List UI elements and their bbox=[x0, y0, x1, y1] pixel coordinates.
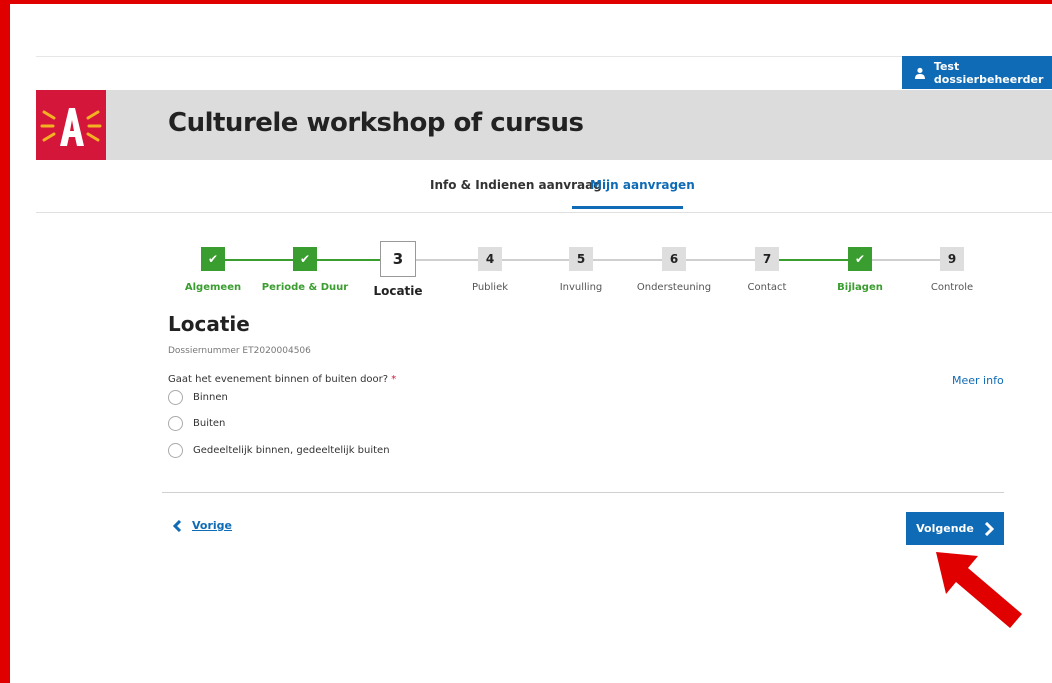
page-title: Culturele workshop of cursus bbox=[168, 108, 584, 138]
logo-a-icon bbox=[40, 108, 102, 146]
chevron-right-icon bbox=[984, 521, 994, 536]
step-6-box[interactable]: 6 bbox=[662, 247, 686, 271]
step-label-locatie: Locatie bbox=[373, 284, 423, 298]
step-connector bbox=[872, 259, 940, 261]
step-label-algemeen: Algemeen bbox=[184, 282, 242, 293]
step-label-invulling: Invulling bbox=[559, 282, 603, 293]
radio-option-binnen[interactable]: Binnen bbox=[168, 390, 228, 405]
active-tab-indicator bbox=[572, 206, 683, 209]
step-3-box[interactable]: 3 bbox=[380, 241, 416, 277]
radio-option-gedeeltelijk[interactable]: Gedeeltelijk binnen, gedeeltelijk buiten bbox=[168, 443, 390, 458]
step-8-check-icon[interactable]: ✔ bbox=[848, 247, 872, 271]
step-label-ondersteuning: Ondersteuning bbox=[636, 282, 712, 293]
required-marker: * bbox=[391, 374, 397, 385]
step-connector bbox=[593, 259, 662, 261]
step-5-box[interactable]: 5 bbox=[569, 247, 593, 271]
vorige-label: Vorige bbox=[192, 519, 232, 532]
vorige-link[interactable]: Vorige bbox=[172, 519, 232, 532]
top-divider bbox=[36, 56, 1052, 57]
step-7-box[interactable]: 7 bbox=[755, 247, 779, 271]
step-1-check-icon[interactable]: ✔ bbox=[201, 247, 225, 271]
radio-button[interactable] bbox=[168, 390, 183, 405]
radio-label: Gedeeltelijk binnen, gedeeltelijk buiten bbox=[193, 445, 390, 456]
step-2-check-icon[interactable]: ✔ bbox=[293, 247, 317, 271]
antwerpen-logo[interactable] bbox=[36, 90, 106, 160]
form-divider bbox=[162, 492, 1004, 493]
tab-mijn-aanvragen[interactable]: Mijn aanvragen bbox=[590, 178, 695, 192]
progress-stepper: ✔ ✔ 3 4 5 6 7 ✔ 9 Algemeen Periode & Duu… bbox=[0, 240, 1052, 300]
red-pointer-arrow-icon bbox=[936, 552, 1022, 628]
radio-label: Buiten bbox=[193, 418, 226, 429]
step-label-periode: Periode & Duur bbox=[261, 282, 349, 293]
radio-label: Binnen bbox=[193, 392, 228, 403]
step-4-box[interactable]: 4 bbox=[478, 247, 502, 271]
step-9-box[interactable]: 9 bbox=[940, 247, 964, 271]
radio-button[interactable] bbox=[168, 416, 183, 431]
step-connector bbox=[502, 259, 569, 261]
user-menu-button[interactable]: Test dossierbeheerder bbox=[902, 56, 1052, 89]
question-text: Gaat het evenement binnen of buiten door… bbox=[168, 374, 389, 385]
step-connector bbox=[225, 259, 293, 261]
volgende-button[interactable]: Volgende bbox=[906, 512, 1004, 545]
meer-info-link[interactable]: Meer info bbox=[952, 374, 1004, 387]
radio-option-buiten[interactable]: Buiten bbox=[168, 416, 225, 431]
step-label-publiek: Publiek bbox=[471, 282, 509, 293]
section-title: Locatie bbox=[168, 312, 250, 336]
question-label: Gaat het evenement binnen of buiten door… bbox=[168, 374, 396, 385]
step-label-contact: Contact bbox=[747, 282, 787, 293]
user-icon bbox=[914, 67, 926, 79]
volgende-label: Volgende bbox=[916, 522, 974, 535]
radio-button[interactable] bbox=[168, 443, 183, 458]
tab-info-indienen[interactable]: Info & Indienen aanvraag bbox=[430, 178, 602, 192]
step-connector bbox=[686, 259, 755, 261]
step-label-controle: Controle bbox=[930, 282, 974, 293]
chevron-left-icon bbox=[172, 519, 182, 532]
step-connector bbox=[416, 259, 478, 261]
step-connector bbox=[317, 259, 382, 261]
step-connector bbox=[779, 259, 848, 261]
dossier-number: Dossiernummer ET2020004506 bbox=[168, 346, 311, 356]
step-label-bijlagen: Bijlagen bbox=[837, 282, 883, 293]
user-name: Test dossierbeheerder bbox=[933, 59, 1044, 86]
